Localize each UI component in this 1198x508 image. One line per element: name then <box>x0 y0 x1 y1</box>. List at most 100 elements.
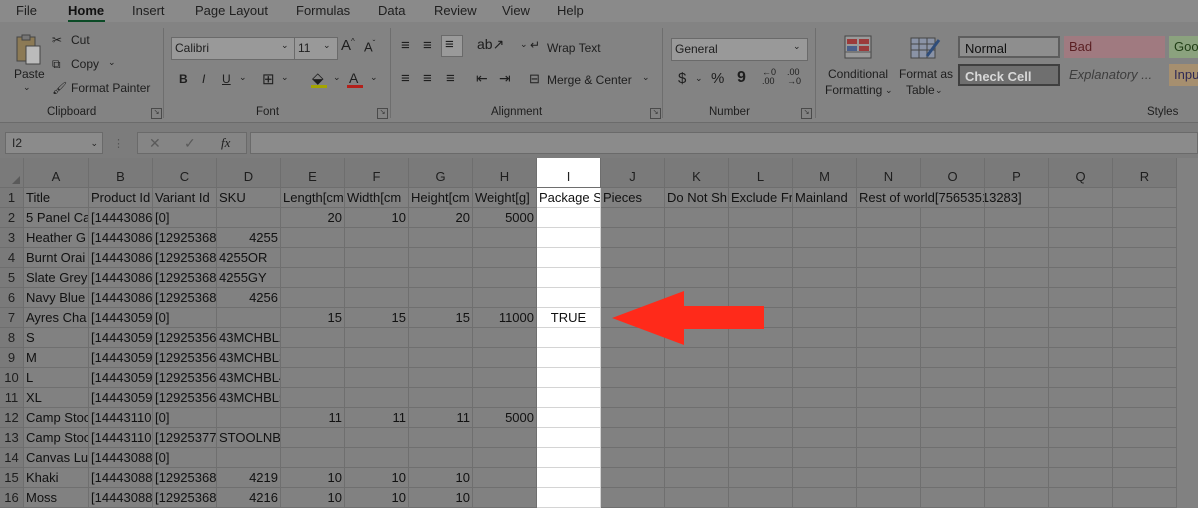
cell-o12[interactable] <box>921 408 985 428</box>
cell-q1[interactable] <box>1049 188 1113 208</box>
cell-e8[interactable] <box>281 328 345 348</box>
cell-p6[interactable] <box>985 288 1049 308</box>
align-center-icon[interactable]: ≡ <box>423 70 432 87</box>
cell-m14[interactable] <box>793 448 857 468</box>
cell-k13[interactable] <box>665 428 729 448</box>
cell-f13[interactable] <box>345 428 409 448</box>
currency-button[interactable]: $ <box>678 70 686 87</box>
cell-d11[interactable]: 43MCHBL5 <box>217 388 281 408</box>
cell-p2[interactable] <box>985 208 1049 228</box>
cell-k4[interactable] <box>665 248 729 268</box>
cell-r12[interactable] <box>1113 408 1177 428</box>
style-bad[interactable]: Bad <box>1064 36 1165 58</box>
cell-n5[interactable] <box>857 268 921 288</box>
cell-l12[interactable] <box>729 408 793 428</box>
cell-g15[interactable]: 10 <box>409 468 473 488</box>
menu-formulas[interactable]: Formulas <box>296 3 350 18</box>
cell-n16[interactable] <box>857 488 921 508</box>
cell-a6[interactable]: Navy Blue <box>24 288 89 308</box>
cell-l3[interactable] <box>729 228 793 248</box>
cell-d6[interactable]: 4256 <box>217 288 281 308</box>
cell-r16[interactable] <box>1113 488 1177 508</box>
cell-h2[interactable]: 5000 <box>473 208 537 228</box>
cell-p3[interactable] <box>985 228 1049 248</box>
column-header-p[interactable]: P <box>985 158 1049 188</box>
font-name-select[interactable]: Calibri ⌄ <box>171 37 295 60</box>
cell-n10[interactable] <box>857 368 921 388</box>
column-header-d[interactable]: D <box>217 158 281 188</box>
cell-q5[interactable] <box>1049 268 1113 288</box>
cell-b12[interactable]: [14443110 <box>89 408 153 428</box>
cell-l1[interactable]: Exclude Fr <box>729 188 793 208</box>
row-header[interactable]: 3 <box>0 228 24 248</box>
cell-c16[interactable]: [12925368 <box>153 488 217 508</box>
cell-i16[interactable] <box>537 488 601 508</box>
cell-o15[interactable] <box>921 468 985 488</box>
cell-c6[interactable]: [12925368 <box>153 288 217 308</box>
cell-m11[interactable] <box>793 388 857 408</box>
font-color-icon[interactable]: A <box>349 70 358 86</box>
cut-icon[interactable]: ✂ <box>52 33 62 47</box>
cell-m7[interactable] <box>793 308 857 328</box>
cell-h15[interactable] <box>473 468 537 488</box>
cell-o1[interactable] <box>921 188 985 208</box>
cell-o4[interactable] <box>921 248 985 268</box>
cell-q16[interactable] <box>1049 488 1113 508</box>
cell-d12[interactable] <box>217 408 281 428</box>
cell-l5[interactable] <box>729 268 793 288</box>
cell-h10[interactable] <box>473 368 537 388</box>
row-header[interactable]: 2 <box>0 208 24 228</box>
cell-h13[interactable] <box>473 428 537 448</box>
cell-q10[interactable] <box>1049 368 1113 388</box>
cell-g1[interactable]: Height[cm <box>409 188 473 208</box>
menu-file[interactable]: File <box>16 3 37 18</box>
cell-m4[interactable] <box>793 248 857 268</box>
conditional-formatting-label-1[interactable]: Conditional <box>828 67 888 81</box>
cell-k16[interactable] <box>665 488 729 508</box>
format-as-table-label-1[interactable]: Format as <box>899 67 953 81</box>
cell-i6[interactable] <box>537 288 601 308</box>
cell-o3[interactable] <box>921 228 985 248</box>
copy-button[interactable]: Copy <box>71 57 99 71</box>
cell-c7[interactable]: [0] <box>153 308 217 328</box>
cell-c3[interactable]: [12925368 <box>153 228 217 248</box>
cell-q13[interactable] <box>1049 428 1113 448</box>
cell-m8[interactable] <box>793 328 857 348</box>
number-launcher-icon[interactable]: ↘ <box>801 108 812 119</box>
cell-p4[interactable] <box>985 248 1049 268</box>
cell-c1[interactable]: Variant Id <box>153 188 217 208</box>
cell-i9[interactable] <box>537 348 601 368</box>
conditional-formatting-label-2[interactable]: Formatting <box>825 83 882 97</box>
align-left-icon[interactable]: ≡ <box>401 70 410 87</box>
underline-dropdown-icon[interactable]: ⌄ <box>239 72 247 83</box>
chevron-down-icon[interactable]: ⌄ <box>935 85 943 96</box>
align-top-icon[interactable]: ≡ <box>401 37 410 54</box>
cell-i5[interactable] <box>537 268 601 288</box>
cell-k12[interactable] <box>665 408 729 428</box>
column-header-a[interactable]: A <box>24 158 89 188</box>
conditional-formatting-icon[interactable] <box>843 34 873 62</box>
column-header-i[interactable]: I <box>537 158 601 188</box>
cell-j5[interactable] <box>601 268 665 288</box>
copy-icon[interactable]: ⧉ <box>52 57 61 72</box>
cell-m12[interactable] <box>793 408 857 428</box>
cell-f11[interactable] <box>345 388 409 408</box>
wrap-text-icon[interactable]: ↵ <box>530 38 540 52</box>
cell-e4[interactable] <box>281 248 345 268</box>
cell-o8[interactable] <box>921 328 985 348</box>
cell-n15[interactable] <box>857 468 921 488</box>
align-middle-icon[interactable]: ≡ <box>423 37 432 54</box>
cell-d10[interactable]: 43MCHBL4 <box>217 368 281 388</box>
cell-q15[interactable] <box>1049 468 1113 488</box>
cell-r11[interactable] <box>1113 388 1177 408</box>
cell-f4[interactable] <box>345 248 409 268</box>
cell-l2[interactable] <box>729 208 793 228</box>
cell-a4[interactable]: Burnt Orai <box>24 248 89 268</box>
paste-icon[interactable] <box>14 34 42 66</box>
cell-i2[interactable] <box>537 208 601 228</box>
cell-j15[interactable] <box>601 468 665 488</box>
cell-l10[interactable] <box>729 368 793 388</box>
cell-q3[interactable] <box>1049 228 1113 248</box>
column-header-e[interactable]: E <box>281 158 345 188</box>
cell-a16[interactable]: Moss <box>24 488 89 508</box>
